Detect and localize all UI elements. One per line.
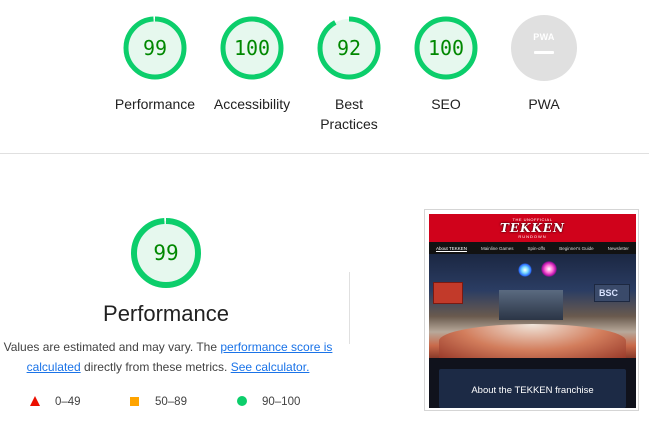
- score-value: 100: [427, 36, 465, 60]
- site-card-text: About the TEKKEN franchise: [471, 385, 594, 396]
- site-logo: THE UNOFFICIAL TEKKEN RUNDOWN: [429, 217, 636, 239]
- score-value: 92: [336, 36, 362, 60]
- score-gauge-seo[interactable]: 100: [413, 15, 479, 81]
- performance-score-value: 99: [153, 241, 179, 265]
- arena-floor: [439, 324, 626, 358]
- score-label: SEO: [431, 96, 461, 112]
- legend-fail-range: 0–49: [55, 396, 81, 408]
- section-divider: [0, 153, 649, 154]
- site-card: About the TEKKEN franchise: [439, 369, 626, 408]
- score-label: Best Practices: [320, 96, 378, 132]
- desc-text: Values are estimated and may vary. The: [3, 340, 221, 354]
- site-nav-item: About TEKKEN: [436, 245, 467, 251]
- legend-average-range: 50–89: [155, 396, 187, 408]
- vertical-separator: [349, 272, 350, 344]
- logo-main-text: TEKKEN: [499, 221, 566, 235]
- pwa-badge-text: PWA: [533, 32, 555, 42]
- category-seo[interactable]: 100 SEO: [396, 15, 496, 114]
- arena-screen-right: BSC: [594, 284, 630, 302]
- site-header: THE UNOFFICIAL TEKKEN RUNDOWN: [429, 214, 636, 242]
- firework-graphic: [541, 261, 557, 277]
- pwa-dash: [534, 51, 554, 54]
- site-nav-item: Mainline Games: [480, 245, 514, 251]
- score-value: 100: [233, 36, 271, 60]
- score-gauge-accessibility[interactable]: 100: [219, 15, 285, 81]
- site-nav-item: Beginner's Guide: [559, 245, 594, 251]
- site-nav: About TEKKEN Mainline Games Spin-offs Be…: [429, 242, 636, 254]
- performance-score-gauge: 99: [130, 217, 202, 289]
- pass-circle-icon: [237, 396, 247, 406]
- firework-graphic: [518, 263, 532, 277]
- screenshot-page: THE UNOFFICIAL TEKKEN RUNDOWN About TEKK…: [429, 214, 636, 408]
- score-label: Performance: [114, 96, 196, 112]
- see-calculator-link[interactable]: See calculator.: [231, 360, 310, 374]
- arena-hero-image: BSC: [429, 254, 636, 358]
- fail-triangle-icon: [30, 396, 40, 406]
- site-nav-item: Spin-offs: [527, 245, 546, 251]
- score-label: PWA: [528, 96, 560, 112]
- arena-screen-text: BSC: [599, 288, 619, 298]
- category-pwa[interactable]: PWA PWA: [494, 15, 594, 114]
- category-performance[interactable]: 99 Performance: [105, 15, 205, 114]
- performance-title: Performance: [103, 301, 229, 326]
- score-gauge-best-practices[interactable]: 92: [316, 15, 382, 81]
- category-accessibility[interactable]: 100 Accessibility: [202, 15, 302, 114]
- legend-pass-range: 90–100: [262, 396, 301, 408]
- logo-bottom-text: RUNDOWN: [518, 234, 547, 239]
- category-best-practices[interactable]: 92 Best Practices: [299, 15, 399, 134]
- arena-screen-left: [433, 282, 463, 304]
- desc-text: directly from these metrics.: [80, 360, 231, 374]
- score-value: 99: [142, 36, 168, 60]
- performance-description: Values are estimated and may vary. The p…: [0, 337, 336, 377]
- pwa-icon[interactable]: PWA: [511, 15, 577, 81]
- arena-stage: [499, 290, 563, 320]
- site-nav-item: Newsletter: [607, 245, 629, 251]
- average-square-icon: [130, 397, 139, 406]
- score-gauge-performance[interactable]: 99: [122, 15, 188, 81]
- score-label: Accessibility: [213, 96, 291, 112]
- final-screenshot[interactable]: THE UNOFFICIAL TEKKEN RUNDOWN About TEKK…: [424, 209, 639, 411]
